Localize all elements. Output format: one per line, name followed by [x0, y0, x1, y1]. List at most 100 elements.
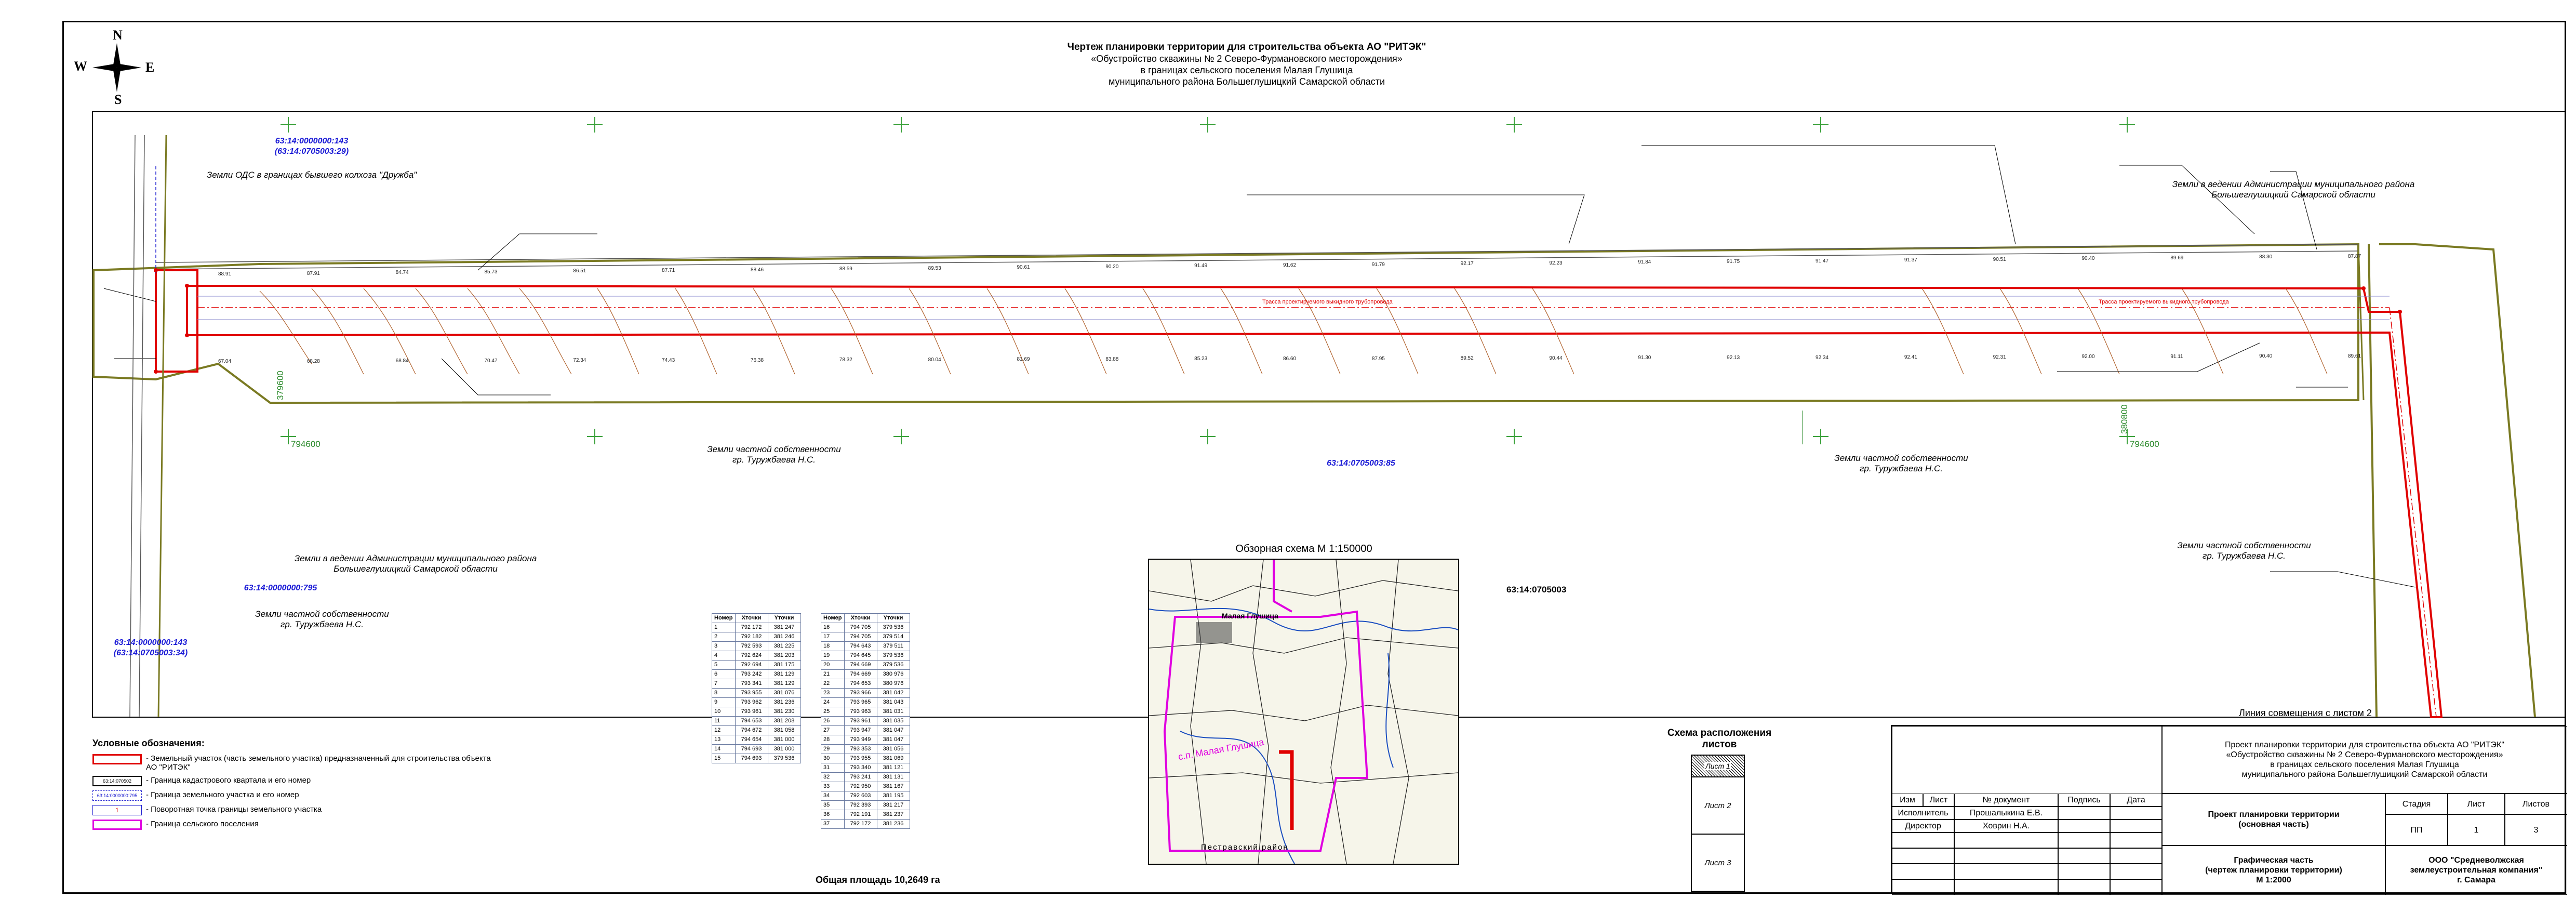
route-label-1: Трасса проектируемого выкидного трубопро… — [1262, 299, 1393, 305]
legend-magenta-rect-icon — [92, 820, 142, 830]
elevation-mark: 91.49 — [1194, 263, 1208, 269]
elevation-mark: 91.79 — [1371, 261, 1385, 268]
elevation-mark: 85.73 — [484, 269, 498, 275]
table-row: 19 794 645 379 536 — [821, 651, 910, 661]
label-private-3: Земли частной собственности гр. Туружбае… — [1834, 453, 1968, 473]
elevation-mark: 84.74 — [395, 270, 409, 276]
table-row: 18 794 643 379 511 — [821, 641, 910, 651]
elevation-mark: 67.04 — [218, 359, 232, 364]
table-row: 7 793 341 381 129 — [712, 679, 801, 689]
table-row: 21 794 669 380 976 — [821, 669, 910, 679]
overview-district-label: Пестравский район — [1201, 843, 1289, 852]
table-row: 6 793 242 381 129 — [712, 669, 801, 679]
elevation-mark: 87.87 — [2348, 254, 2361, 259]
elevation-mark: 68.28 — [306, 358, 320, 364]
table-row: 11 794 653 381 208 — [712, 716, 801, 726]
table-row: 24 793 965 381 043 — [821, 697, 910, 707]
table-row: 35 792 393 381 217 — [821, 800, 910, 810]
legend-item-settlement: - Граница сельского поселения — [92, 820, 498, 830]
table-row: 12 794 672 381 058 — [712, 725, 801, 735]
table-row: 30 793 955 381 069 — [821, 754, 910, 763]
table-row: 31 793 340 381 121 — [821, 763, 910, 773]
table-row: 25 793 963 381 031 — [821, 707, 910, 717]
cad-quarter-label: 63:14:0705003 — [1506, 585, 1567, 595]
elevation-mark: 89.61 — [2348, 353, 2361, 359]
overview-title: Обзорная схема М 1:150000 — [1235, 543, 1372, 554]
elevation-mark: 70.47 — [484, 358, 498, 364]
label-zemli-ods: Земли ОДС в границах бывшего колхоза "Др… — [206, 170, 417, 180]
alignment-line-label: Линия совмещения с листом 2 — [2239, 708, 2372, 718]
legend-item-point: 1 - Поворотная точка границы земельного … — [92, 805, 498, 815]
label-admin-bottom: Земли в ведении Администрации муниципаль… — [294, 553, 537, 574]
coordinates-table-1: Номер Xточки Yточки 1 792 172 381 247 2 792 … — [712, 613, 801, 763]
elevation-mark: 92.41 — [1904, 354, 1917, 361]
elevation-mark: 88.30 — [2259, 254, 2273, 260]
elevation-mark: 92.23 — [1549, 260, 1563, 266]
label-admin-top: Земли в ведении Администрации муниципаль… — [2172, 179, 2415, 200]
table-row: 4 792 624 381 203 — [712, 651, 801, 661]
table-row: 28 793 949 381 047 — [821, 735, 910, 745]
cad-label-85: 63:14:0705003:85 — [1327, 459, 1395, 468]
elevation-mark: 91.62 — [1283, 262, 1297, 268]
elevation-mark: 91.47 — [1816, 258, 1829, 264]
elevation-mark: 91.11 — [2170, 353, 2183, 360]
table-row: 17 794 705 379 514 — [821, 632, 910, 642]
table-row: 33 792 950 381 167 — [821, 782, 910, 791]
legend-parcel-icon: 63:14:0000000:795 — [92, 790, 142, 801]
table-row: 8 793 955 381 076 — [712, 688, 801, 698]
grid-label-794600-right: 794600 — [2130, 439, 2159, 449]
elevation-mark: 88.46 — [751, 267, 764, 273]
label-private-2: Земли частной собственности гр. Туружбае… — [707, 444, 841, 465]
grid-label-794600-left: 794600 — [291, 439, 321, 449]
table-row: 9 793 962 381 236 — [712, 697, 801, 707]
cad-label-795: 63:14:0000000:795 — [244, 584, 317, 592]
elevation-mark: 92.17 — [1460, 261, 1474, 267]
elevation-mark: 92.34 — [1816, 354, 1829, 361]
sheet-1-cell: Лист 1 — [1692, 756, 1744, 777]
legend-red-rect-icon — [92, 754, 142, 764]
elevation-mark: 90.40 — [2259, 353, 2273, 360]
elevation-mark: 90.61 — [1017, 265, 1030, 271]
stamp-graphic-part: Графическая часть (чертеж планировки терр… — [2162, 846, 2385, 895]
elevation-mark: 90.40 — [2081, 256, 2095, 262]
elevation-mark: 89.53 — [928, 265, 941, 271]
elevation-mark: 87.95 — [1371, 355, 1385, 362]
table-row: 15 794 693 379 536 — [712, 754, 801, 763]
legend-item-quarter: 63:14:070502 - Граница кадастрового квар… — [92, 776, 498, 786]
table-row: 32 793 241 381 131 — [821, 772, 910, 782]
elevation-mark: 86.51 — [573, 268, 586, 274]
elevation-mark: 87.91 — [306, 270, 320, 276]
elevation-mark: 92.00 — [2081, 354, 2095, 360]
table-row: 36 792 191 381 237 — [821, 810, 910, 820]
elevation-mark: 92.31 — [1993, 354, 2006, 360]
elevation-mark: 91.75 — [1727, 258, 1740, 265]
grid-label-379600: 379600 — [275, 371, 285, 400]
table-header-row: Номер Xточки Yточки — [712, 613, 801, 623]
elevation-mark: 87.71 — [662, 267, 675, 273]
route-label-2: Трасса проектируемого выкидного трубопро… — [2099, 299, 2229, 305]
table-row: 23 793 966 381 042 — [821, 688, 910, 698]
stamp-project-name: Проект планировки территории для строите… — [2162, 726, 2567, 794]
title-stamp: Проект планировки территории для строите… — [1891, 725, 2567, 895]
overview-town-label: Малая Глушица — [1222, 612, 1278, 620]
legend-title: Условные обозначения: — [92, 738, 205, 748]
table-row: 27 793 947 381 047 — [821, 725, 910, 735]
elevation-mark: 89.52 — [1460, 355, 1474, 362]
elevation-mark: 85.23 — [1194, 356, 1208, 362]
cad-label-143: 63:14:0000000:143 (63:14:0705003:29) — [274, 137, 349, 156]
label-private-1: Земли частной собственности гр. Туружбае… — [255, 609, 389, 629]
elevation-mark: 81.69 — [1017, 357, 1030, 363]
elevation-mark: 88.59 — [839, 266, 852, 272]
table-row: 3 792 593 381 225 — [712, 641, 801, 651]
coordinates-table-2: Номер Xточки Yточки 16 794 705 379 536 17 79… — [821, 613, 910, 829]
stamp-main-title: Проект планировки территории (основная ча… — [2162, 794, 2385, 846]
table-row: 20 794 669 379 536 — [821, 660, 910, 670]
label-private-4: Земли частной собственности гр. Туружбае… — [2177, 540, 2311, 561]
table-row: 26 793 961 381 035 — [821, 716, 910, 726]
elevation-mark: 80.04 — [928, 357, 941, 363]
table-row: 22 794 653 380 976 — [821, 679, 910, 689]
elevation-mark: 68.84 — [395, 358, 409, 364]
elevation-mark: 91.30 — [1638, 355, 1651, 361]
table-row: 1 792 172 381 247 — [712, 623, 801, 632]
cad-label-143b: 63:14:0000000:143 (63:14:0705003:34) — [113, 638, 188, 657]
